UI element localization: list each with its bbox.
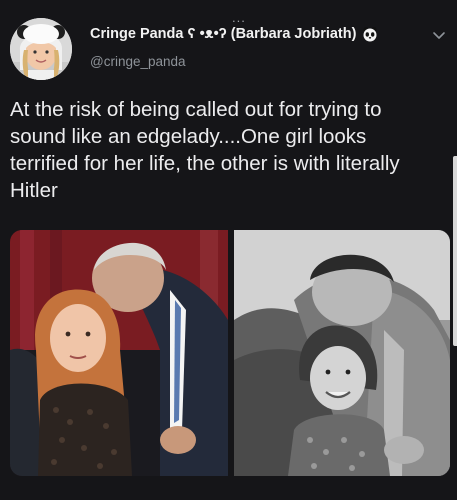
tweet-header: ... Cringe Panda ʕ •ᴥ•ʔ (Barbara Jobriat… (10, 10, 450, 84)
media-photo-left[interactable] (10, 230, 228, 476)
avatar[interactable] (10, 18, 72, 80)
author-handle[interactable]: @cringe_panda (90, 54, 186, 69)
tweet-body-text: At the risk of being called out for tryi… (10, 98, 400, 202)
scrollbar-edge[interactable] (453, 156, 457, 346)
author-name-row: Cringe Panda ʕ •ᴥ•ʔ (Barbara Jobriath) (90, 26, 378, 42)
author-display-name[interactable]: Cringe Panda ʕ •ᴥ•ʔ (Barbara Jobriath) (90, 26, 356, 42)
photo-left-image (10, 230, 228, 476)
chevron-down-icon[interactable] (432, 28, 446, 42)
tweet-media (10, 230, 450, 476)
panda-emoji-icon (362, 26, 378, 42)
media-photo-right[interactable] (234, 230, 450, 476)
photo-right-image (234, 230, 450, 476)
tweet-card: ... Cringe Panda ʕ •ᴥ•ʔ (Barbara Jobriat… (0, 0, 457, 500)
avatar-image (10, 18, 72, 80)
more-options-dots[interactable]: ... (232, 10, 246, 25)
